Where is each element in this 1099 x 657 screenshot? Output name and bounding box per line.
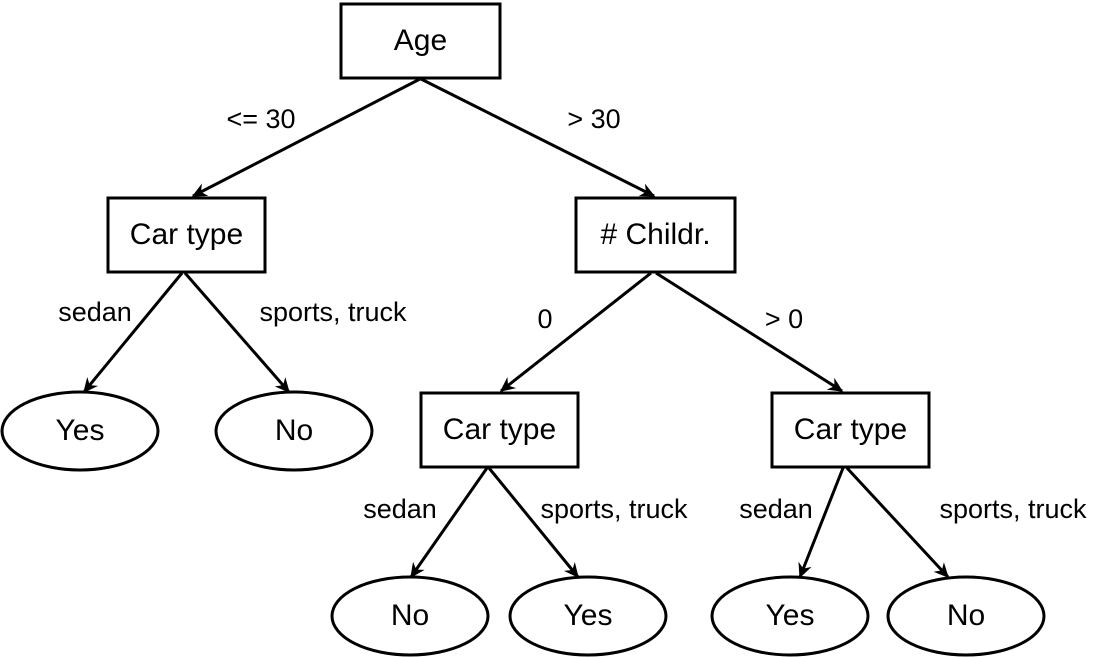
edge-label-cartype-mid-sedan: sedan	[363, 494, 437, 524]
edge-label-cartype-left-sedan: sedan	[58, 297, 132, 327]
node-leaf-no-1-label: No	[275, 414, 313, 447]
edge-root-to-cartype-left	[191, 77, 421, 198]
node-leaf-no-1[interactable]: No	[214, 390, 374, 472]
edge-cartype-left-to-no	[183, 272, 291, 393]
node-childr[interactable]: # Childr.	[574, 196, 737, 274]
node-leaf-yes-2-label: Yes	[564, 599, 613, 632]
node-cartype-left-label: Car type	[130, 218, 243, 251]
edge-cartype-right-to-no	[845, 466, 950, 579]
node-age-label: Age	[394, 24, 447, 57]
edge-label-cartype-mid-sports-truck: sports, truck	[540, 494, 688, 524]
edge-label-childr-gt-zero: > 0	[765, 304, 803, 334]
node-age[interactable]: Age	[339, 2, 502, 80]
node-cartype-right-label: Car type	[794, 413, 907, 446]
edge-cartype-left-to-yes	[82, 272, 184, 394]
edge-label-age-gt-30: > 30	[567, 104, 620, 134]
edge-label-cartype-right-sports-truck: sports, truck	[939, 494, 1087, 524]
node-cartype-right[interactable]: Car type	[770, 391, 931, 469]
node-leaf-yes-3[interactable]: Yes	[710, 575, 870, 657]
decision-tree-diagram: <= 30 > 30 sedan sports, truck 0 > 0 sed…	[0, 0, 1099, 657]
node-leaf-yes-3-label: Yes	[766, 599, 815, 632]
edge-childr-to-cartype-right	[655, 271, 844, 393]
node-leaf-no-2[interactable]: No	[330, 575, 490, 657]
edge-label-age-lte-30: <= 30	[226, 104, 295, 134]
node-leaf-yes-2[interactable]: Yes	[508, 575, 668, 657]
nodes-layer: Age Car type # Childr. Yes No Car type C…	[0, 2, 1046, 657]
node-cartype-left[interactable]: Car type	[106, 196, 267, 274]
node-leaf-yes-1-label: Yes	[56, 414, 105, 447]
edge-label-cartype-left-sports-truck: sports, truck	[259, 297, 407, 327]
node-childr-label: # Childr.	[600, 218, 710, 251]
node-cartype-mid[interactable]: Car type	[419, 391, 580, 469]
node-cartype-mid-label: Car type	[443, 413, 556, 446]
node-leaf-no-3-label: No	[947, 599, 985, 632]
node-leaf-yes-1[interactable]: Yes	[0, 390, 160, 472]
edge-label-childr-zero: 0	[537, 304, 552, 334]
edge-label-cartype-right-sedan: sedan	[739, 494, 813, 524]
edge-childr-to-cartype-mid	[499, 271, 652, 393]
decision-tree-canvas: <= 30 > 30 sedan sports, truck 0 > 0 sed…	[0, 2, 1087, 657]
node-leaf-no-3[interactable]: No	[886, 575, 1046, 657]
edges-layer	[82, 77, 950, 579]
edge-root-to-childr	[420, 77, 656, 198]
node-leaf-no-2-label: No	[391, 599, 429, 632]
